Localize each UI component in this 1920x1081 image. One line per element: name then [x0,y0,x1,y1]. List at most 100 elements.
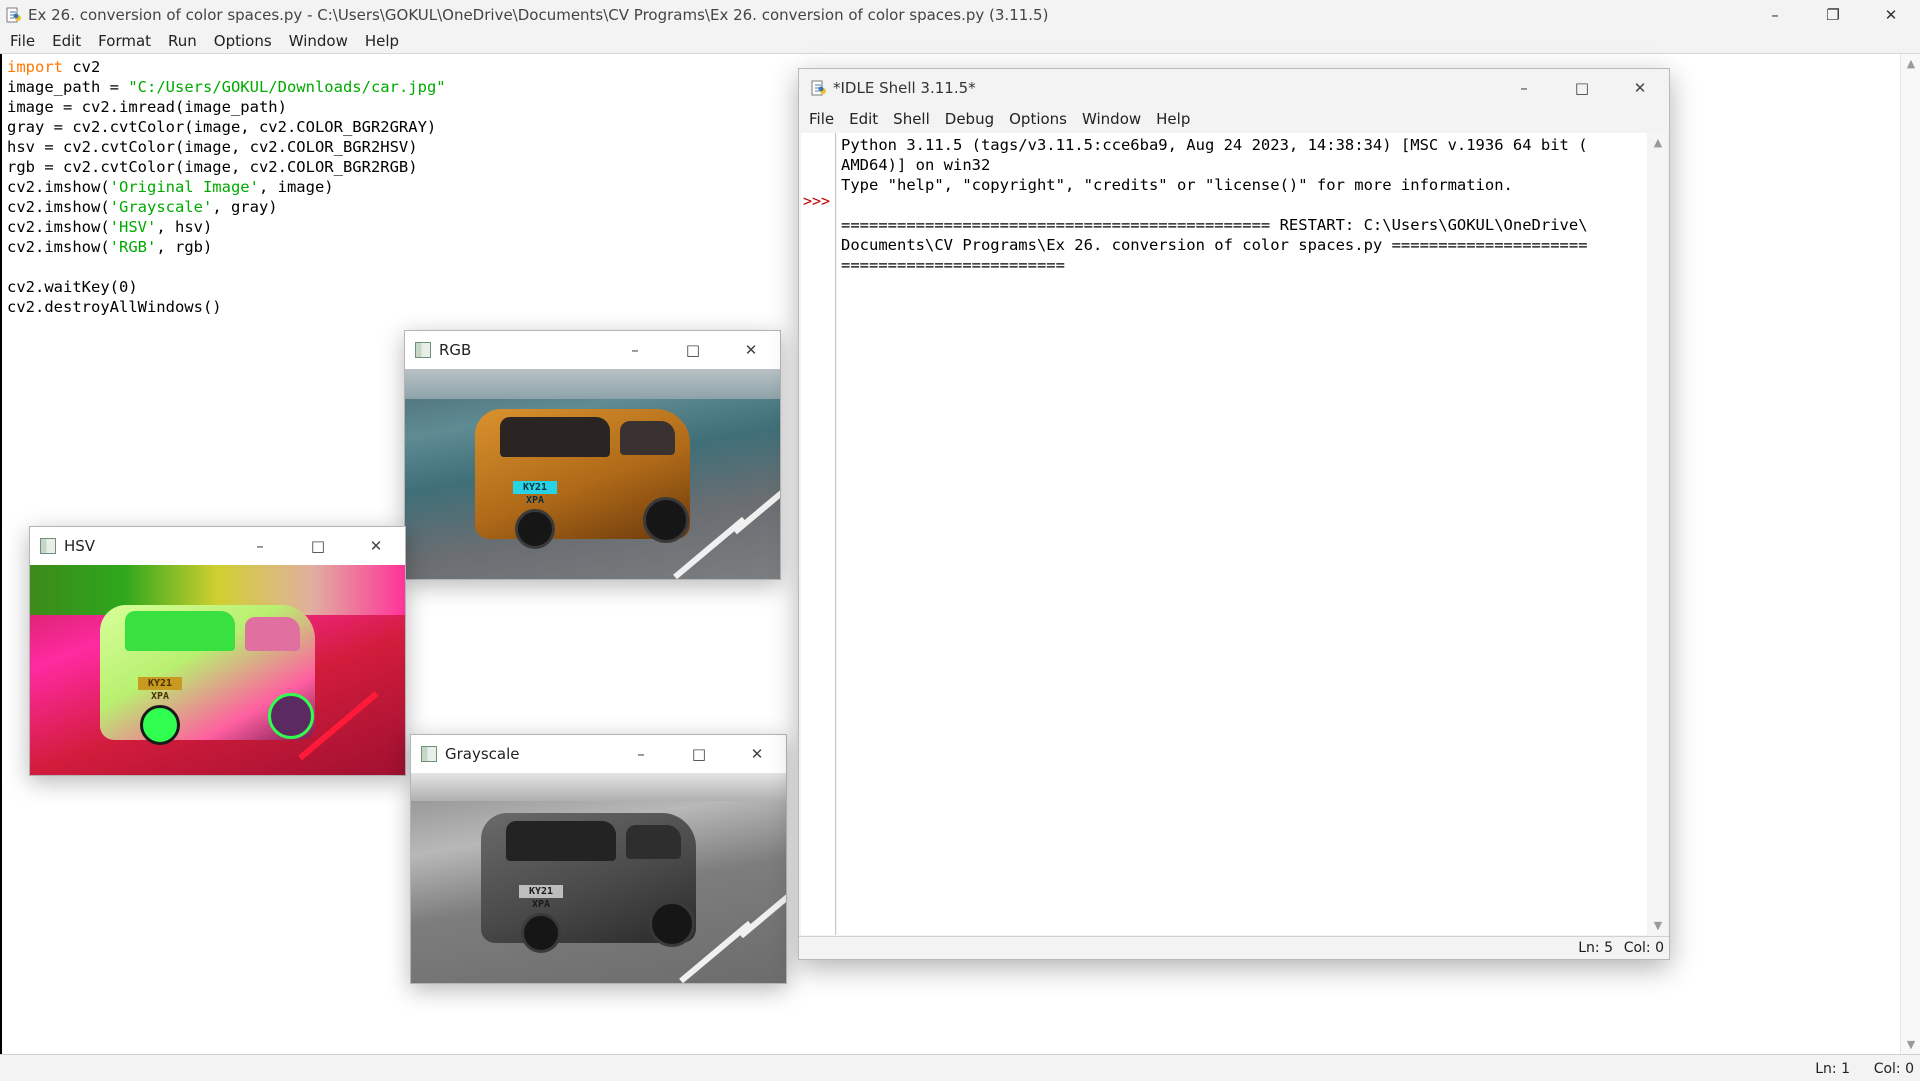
code-text[interactable]: import cv2 image_path = "C:/Users/GOKUL/D… [7,57,446,317]
minimize-icon[interactable]: – [1746,0,1804,29]
code-line[interactable]: hsv = cv2.cvtColor(image, cv2.COLOR_BGR2… [7,137,446,157]
close-icon[interactable]: ✕ [347,527,405,565]
code-line[interactable]: cv2.destroyAllWindows() [7,297,446,317]
maximize-icon[interactable]: □ [670,735,728,773]
code-token: image_path = [7,78,129,96]
code-line[interactable]: gray = cv2.cvtColor(image, cv2.COLOR_BGR… [7,117,446,137]
idle-shell-window[interactable]: *IDLE Shell 3.11.5* – □ ✕ File Edit Shel… [798,68,1670,960]
code-line[interactable]: rgb = cv2.cvtColor(image, cv2.COLOR_BGR2… [7,157,446,177]
hsv-plate: KY21 XPA [138,677,182,702]
code-token: , gray) [212,198,278,216]
hsv-window-title: HSV [64,537,96,555]
scroll-up-icon[interactable]: ▲ [1649,136,1667,149]
scroll-down-icon[interactable]: ▼ [1649,919,1667,932]
code-keyword: import [7,58,63,76]
menu-file[interactable]: File [10,32,35,50]
shell-menu-debug[interactable]: Debug [945,110,994,128]
editor-scrollbar[interactable]: ▲ ▼ [1900,54,1920,1054]
shell-menubar: File Edit Shell Debug Options Window Hel… [799,107,1669,131]
opencv-window-icon [40,538,56,554]
menu-run[interactable]: Run [168,32,197,50]
shell-title: *IDLE Shell 3.11.5* [833,79,976,97]
hsv-image: KY21 XPA [30,565,405,775]
restore-icon[interactable]: ❐ [1804,0,1862,29]
shell-menu-file[interactable]: File [809,110,834,128]
shell-menu-shell[interactable]: Shell [893,110,930,128]
code-line[interactable]: cv2.imshow('Original Image', image) [7,177,446,197]
shell-prompt: >>> [803,192,831,210]
grayscale-window-title: Grayscale [445,745,520,763]
menu-format[interactable]: Format [98,32,151,50]
code-string: 'HSV' [109,218,157,236]
shell-menu-help[interactable]: Help [1156,110,1190,128]
menu-help[interactable]: Help [365,32,399,50]
menu-options[interactable]: Options [214,32,272,50]
grayscale-plate: KY21 XPA [519,885,563,910]
maximize-icon[interactable]: □ [664,331,722,369]
code-token: cv2.imshow( [7,238,110,256]
minimize-icon[interactable]: – [231,527,289,565]
code-token: cv2.imshow( [7,218,110,236]
code-string: 'Original Image' [109,178,259,196]
column-number: Col: 0 [1873,1061,1914,1077]
opencv-window-icon [415,342,431,358]
shell-output-text[interactable]: Python 3.11.5 (tags/v3.11.5:cce6ba9, Aug… [837,133,1647,275]
rgb-titlebar[interactable]: RGB – □ ✕ [405,331,780,369]
code-line[interactable]: import cv2 [7,57,446,77]
shell-titlebar[interactable]: *IDLE Shell 3.11.5* – □ ✕ [799,69,1669,107]
rgb-window-title: RGB [439,341,472,359]
rgb-image: KY21 XPA [405,369,780,579]
code-token: , rgb) [156,238,213,256]
maximize-icon[interactable]: □ [1553,69,1611,107]
code-token: image = cv2.imread(image_path) [7,98,287,116]
grayscale-titlebar[interactable]: Grayscale – □ ✕ [411,735,786,773]
shell-prompt-sidebar: >>> [801,133,836,935]
hsv-window[interactable]: HSV – □ ✕ KY21 XPA [29,526,406,776]
rgb-window[interactable]: RGB – □ ✕ KY21 XPA [404,330,781,580]
opencv-window-icon [421,746,437,762]
code-line[interactable]: cv2.imshow('HSV', hsv) [7,217,446,237]
python-idle-icon [811,80,826,96]
code-token: , hsv) [156,218,213,236]
code-line[interactable]: ​ [7,257,446,277]
editor-menubar: File Edit Format Run Options Window Help [0,29,1920,54]
code-token: , image) [258,178,334,196]
minimize-icon[interactable]: – [606,331,664,369]
shell-scrollbar[interactable]: ▲ ▼ [1649,133,1667,935]
code-line[interactable]: cv2.imshow('Grayscale', gray) [7,197,446,217]
code-token: hsv = cv2.cvtColor(image, cv2.COLOR_BGR2… [7,138,418,156]
shell-statusbar: Ln: 5 Col: 0 [799,936,1669,959]
shell-column-number: Col: 0 [1623,940,1664,956]
menu-edit[interactable]: Edit [52,32,81,50]
code-string: "C:/Users/GOKUL/Downloads/car.jpg" [128,78,446,96]
close-icon[interactable]: ✕ [728,735,786,773]
code-token: cv2 [63,58,101,76]
code-line[interactable]: cv2.waitKey(0) [7,277,446,297]
code-line[interactable]: image = cv2.imread(image_path) [7,97,446,117]
hsv-titlebar[interactable]: HSV – □ ✕ [30,527,405,565]
window-title: Ex 26. conversion of color spaces.py - C… [28,5,1049,24]
code-line[interactable]: image_path = "C:/Users/GOKUL/Downloads/c… [7,77,446,97]
close-icon[interactable]: ✕ [722,331,780,369]
code-token: cv2.imshow( [7,198,110,216]
maximize-icon[interactable]: □ [289,527,347,565]
close-icon[interactable]: ✕ [1611,69,1669,107]
window-controls: – ❐ ✕ [1746,0,1920,29]
minimize-icon[interactable]: – [612,735,670,773]
shell-output[interactable]: Python 3.11.5 (tags/v3.11.5:cce6ba9, Aug… [837,133,1647,935]
close-icon[interactable]: ✕ [1862,0,1920,29]
editor-statusbar: Ln: 1 Col: 0 [0,1054,1920,1081]
menu-window[interactable]: Window [289,32,348,50]
shell-menu-window[interactable]: Window [1082,110,1141,128]
minimize-icon[interactable]: – [1495,69,1553,107]
grayscale-window[interactable]: Grayscale – □ ✕ KY21 XPA [410,734,787,984]
editor-titlebar: Ex 26. conversion of color spaces.py - C… [0,0,1920,29]
shell-menu-options[interactable]: Options [1009,110,1067,128]
rgb-plate: KY21 XPA [513,481,557,506]
scroll-up-icon[interactable]: ▲ [1901,57,1920,70]
code-token: gray = cv2.cvtColor(image, cv2.COLOR_BGR… [7,118,437,136]
shell-menu-edit[interactable]: Edit [849,110,878,128]
code-line[interactable]: cv2.imshow('RGB', rgb) [7,237,446,257]
code-token: cv2.destroyAllWindows() [7,298,222,316]
scroll-down-icon[interactable]: ▼ [1901,1038,1920,1051]
